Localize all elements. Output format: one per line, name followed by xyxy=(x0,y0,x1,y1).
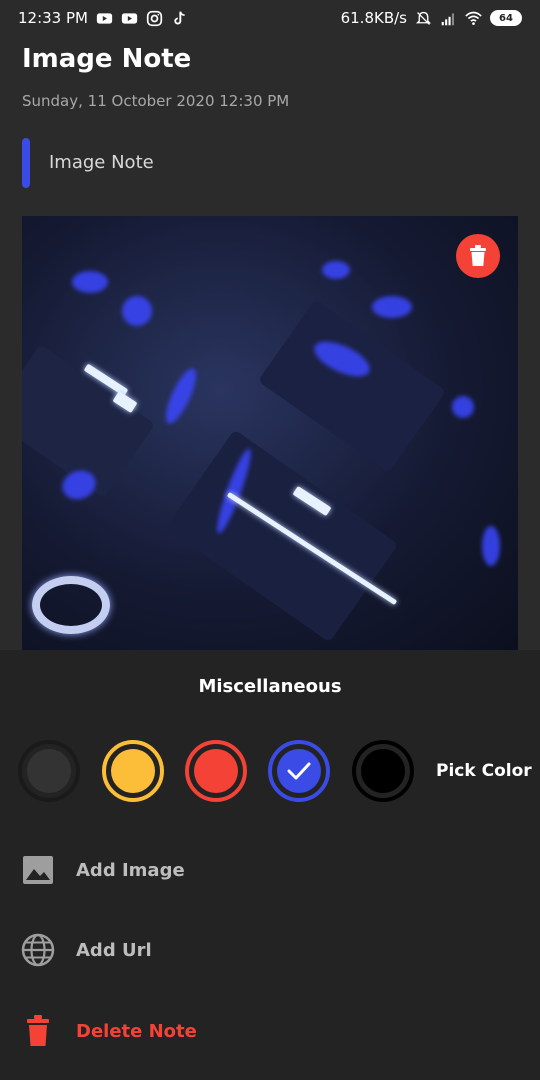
globe-icon xyxy=(21,933,55,967)
key-glow xyxy=(372,296,412,318)
color-swatch-red[interactable] xyxy=(185,740,247,802)
youtube-icon xyxy=(121,12,138,24)
swatch-fill xyxy=(361,749,405,793)
sheet-title[interactable]: Miscellaneous xyxy=(0,676,540,697)
image-icon xyxy=(23,856,53,884)
pick-color-button[interactable]: Pick Color xyxy=(436,761,532,781)
mute-icon xyxy=(415,11,432,25)
note-title[interactable]: Image Note xyxy=(22,44,191,74)
key-light-ring xyxy=(32,576,110,634)
note-subtitle[interactable]: Image Note xyxy=(49,152,154,173)
key-glow xyxy=(160,365,202,427)
keyboard-key xyxy=(257,299,447,473)
note-image xyxy=(22,216,518,650)
swatch-fill xyxy=(277,749,321,793)
key-glow xyxy=(452,396,474,418)
key-glow xyxy=(482,526,500,566)
swatch-fill xyxy=(111,749,155,793)
add-image-label: Add Image xyxy=(76,859,185,881)
add-url-label: Add Url xyxy=(76,939,152,961)
swatch-fill xyxy=(194,749,238,793)
key-glow xyxy=(122,296,152,326)
delete-note-label: Delete Note xyxy=(76,1020,197,1042)
wifi-icon xyxy=(465,11,482,25)
color-swatch-blue[interactable] xyxy=(268,740,330,802)
swatch-fill xyxy=(27,749,71,793)
trash-icon xyxy=(470,245,486,266)
instagram-icon xyxy=(146,10,163,26)
network-speed: 61.8KB/s xyxy=(340,9,407,27)
color-swatch-black[interactable] xyxy=(352,740,414,802)
signal-icon xyxy=(441,12,455,25)
trash-icon xyxy=(27,1015,49,1046)
note-datetime: Sunday, 11 October 2020 12:30 PM xyxy=(22,92,290,110)
key-glow xyxy=(72,271,108,293)
subtitle-indicator xyxy=(22,138,30,188)
key-glow xyxy=(322,261,350,279)
delete-note-action[interactable]: Delete Note xyxy=(20,1011,197,1051)
status-bar: 12:33 PM 61.8KB/s 64 xyxy=(0,0,540,38)
battery-indicator: 64 xyxy=(490,10,522,26)
color-swatch-yellow[interactable] xyxy=(102,740,164,802)
add-image-action[interactable]: Add Image xyxy=(20,850,185,890)
add-url-action[interactable]: Add Url xyxy=(20,930,152,970)
tiktok-icon xyxy=(174,10,185,25)
youtube-icon xyxy=(96,12,113,24)
status-time: 12:33 PM xyxy=(18,9,88,27)
color-swatch-gray[interactable] xyxy=(18,740,80,802)
delete-image-button[interactable] xyxy=(456,234,500,278)
check-icon xyxy=(287,762,311,780)
keyboard-key xyxy=(165,429,399,643)
